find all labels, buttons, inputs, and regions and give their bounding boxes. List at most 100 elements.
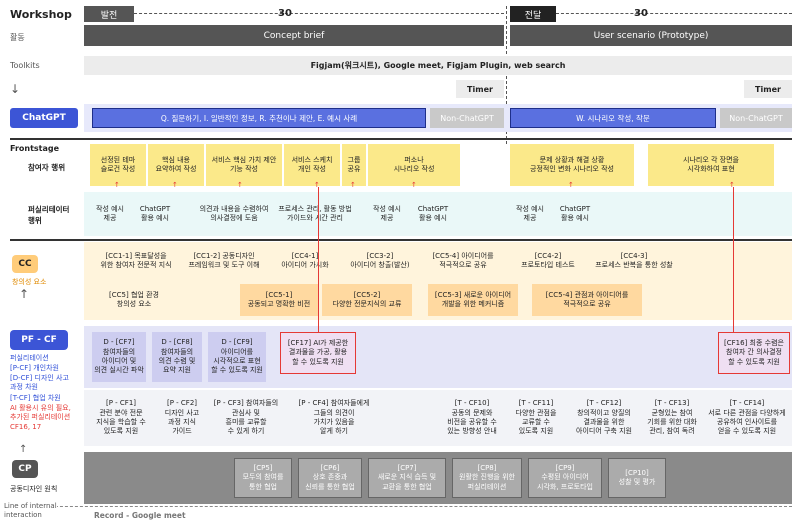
activity-concept-brief: Concept brief <box>84 25 504 46</box>
cp9-text: [CP9] 수평된 아이디어 시각화, 프로토타입 <box>537 463 593 491</box>
facilitator-cell-5-text: 작성 예시 제공 <box>373 204 401 222</box>
facilitator-cell-3-text: 의견과 내용을 수렴하여 의사결정에 도움 <box>199 204 269 222</box>
cp5-box: [CP5] 모두의 참여를 통한 협업 <box>234 458 292 498</box>
facilitator-cell-6: ChatGPT 활용 예시 <box>410 198 456 230</box>
pfcf-legend-dcf: [D-CF] 디자인 사고 과정 차원 <box>10 374 69 392</box>
cp8-box: [CP8] 원활한 진행을 위한 퍼실리테이션 <box>452 458 522 498</box>
cc-arrow-icon: ↑ <box>19 287 30 301</box>
pfcf-legend-ai: AI 활용시 유의 필요, 추가된 퍼실리테이션 CF16, 17 <box>10 404 71 431</box>
pfcf-badge: PF - CF <box>10 330 68 350</box>
facilitator-label: 퍼실리테이터 행위 <box>28 205 70 225</box>
connector-arrow-icon-6: ↑ <box>411 181 417 189</box>
cp10-text: [CP10] 성찰 및 평가 <box>618 468 656 486</box>
phase-develop-time: 30 <box>278 8 292 19</box>
facilitator-cell-5: 작성 예시 제공 <box>366 198 408 230</box>
participant-cell-5: 그룹 공유 <box>342 144 366 186</box>
cf17-box: [CF17] AI가 제공한 결과물을 가공, 활용 할 수 있도록 지원 <box>280 332 356 374</box>
participant-cell-5-text: 그룹 공유 <box>347 155 361 173</box>
t-cf10-text: [T - CF10] 공동의 문제와 비전을 공유할 수 있는 방향성 안내 <box>447 399 497 436</box>
d-cf8-box: D - [CF8] 참여자들의 의견 수렴 및 요약 지원 <box>152 332 202 382</box>
d-cf9-text: D - [CF9] 아이디어를 시각적으로 표현 할 수 있도록 지원 <box>211 338 263 375</box>
cc-row2-item-1: [CC5] 협업 환경 창의성 요소 <box>90 284 178 316</box>
cf17-text: [CF17] AI가 제공한 결과물을 가공, 활용 할 수 있도록 지원 <box>287 338 349 366</box>
phase-deliver: 전달 <box>510 6 556 22</box>
cc-row2-item-5-text: [CC5-4] 관점과 아이디어를 적극적으로 공유 <box>545 290 629 308</box>
internal-interaction-line <box>10 506 792 507</box>
cp9-box: [CP9] 수평된 아이디어 시각화, 프로토타입 <box>528 458 602 498</box>
participant-cell-2: 핵심 내용 요약하여 작성 <box>148 144 204 186</box>
facilitator-cell-6-text: ChatGPT 활용 예시 <box>417 204 449 222</box>
t-cf10-box: [T - CF10] 공동의 문제와 비전을 공유할 수 있는 방향성 안내 <box>440 394 504 442</box>
participant-cell-4-text: 서비스 스케치 개인 작성 <box>291 155 333 173</box>
cp-label: 공동디자인 원칙 <box>10 485 58 493</box>
line-of-interaction-label: Line of internal interaction <box>4 502 57 521</box>
cp6-box: [CP6] 상호 존중과 신뢰를 통한 협업 <box>298 458 362 498</box>
participant-cell-1: 선정된 테마 슬로건 작성 <box>90 144 146 186</box>
t-cf12-text: [T - CF12] 창의적이고 양질의 결과물을 위한 아이디어 구축 지원 <box>576 399 632 436</box>
phase-develop: 발전 <box>84 6 134 22</box>
participant-cell-7: 문제 상황과 해결 상황 긍정적인 변화 시나리오 작성 <box>510 144 634 186</box>
cc-badge: CC <box>12 255 38 273</box>
cc-row1-item-6-text: [CC4-2] 프로토타입 테스트 <box>521 251 575 269</box>
cp10-box: [CP10] 성찰 및 평가 <box>608 458 666 498</box>
chatgpt-left-text: Q. 질문하기, I. 일반적인 정보, R. 추천이나 제안, E. 예시 사… <box>160 113 358 123</box>
cc-row1-item-5-text: [CC5-4] 아이디어를 적극적으로 공유 <box>432 251 494 269</box>
pfcf-legend-pcf: [P-CF] 개인차원 <box>10 364 59 372</box>
cc-row1-item-7: [CC4-3] 프로세스 반복을 통한 성찰 <box>588 246 680 276</box>
chatgpt-badge: ChatGPT <box>10 108 78 128</box>
participant-cell-6: 퍼소나 시나리오 작성 <box>368 144 460 186</box>
connector-arrow-icon-4: ↑ <box>314 181 320 189</box>
participant-cell-8-text: 시나리오 각 장면을 시각화하여 표현 <box>683 155 739 173</box>
toolkits-label: Toolkits <box>10 61 40 70</box>
cf17-connector-line <box>318 187 319 332</box>
phase-deliver-time: 30 <box>634 8 648 19</box>
cc-row2-item-3: [CC5-2] 다양한 전문지식의 교류 <box>322 284 412 316</box>
toolkits-arrow-icon: ↓ <box>10 82 21 96</box>
pfcf-legend-tcf: [T-CF] 협업 차원 <box>10 394 61 402</box>
cc-row2-item-1-text: [CC5] 협업 환경 창의성 요소 <box>109 290 159 308</box>
t-cf11-box: [T - CF11] 다양한 관점을 교류할 수 있도록 지원 <box>508 394 564 442</box>
cc-row2-item-2-text: [CC5-1] 공동되고 명확한 비전 <box>247 290 311 308</box>
cc-row1-item-2-text: [CC1-2] 공동디자인 프레임워크 및 도구 이해 <box>188 251 260 269</box>
cf16-connector-line <box>733 187 734 332</box>
participant-cell-4: 서비스 스케치 개인 작성 <box>284 144 340 186</box>
non-chatgpt-left: Non-ChatGPT <box>430 108 504 128</box>
connector-arrow-icon-5: ↑ <box>350 181 356 189</box>
chatgpt-right-text: W. 시나리오 작성, 작문 <box>576 113 650 123</box>
p-cf4-text: [P - CF4] 참여자들에게 그들의 의견이 가치가 있음을 알게 하기 <box>298 399 370 436</box>
toolkits-text: Figjam(워크시트), Google meet, Figjam Plugin… <box>310 61 566 70</box>
p-cf4-box: [P - CF4] 참여자들에게 그들의 의견이 가치가 있음을 알게 하기 <box>288 394 380 442</box>
facilitator-cell-7-text: 작성 예시 제공 <box>516 204 544 222</box>
cp8-text: [CP8] 원활한 진행을 위한 퍼실리테이션 <box>459 463 515 491</box>
participant-label: 참여자 행위 <box>28 163 66 172</box>
cc-row1-item-7-text: [CC4-3] 프로세스 반복을 통한 성찰 <box>595 251 673 269</box>
facilitator-cell-1-text: 작성 예시 제공 <box>96 204 124 222</box>
facilitator-cell-2: ChatGPT 활용 예시 <box>132 198 178 230</box>
chatgpt-right-box: W. 시나리오 작성, 작문 <box>510 108 716 128</box>
cp5-text: [CP5] 모두의 참여를 통한 협업 <box>242 463 284 491</box>
timer-left: Timer <box>456 80 504 98</box>
d-cf7-box: D - [CF7] 참여자들의 아이디어 및 의견 실시간 파악 <box>92 332 146 382</box>
cp-arrow-icon: ↑ <box>19 444 28 455</box>
d-cf8-text: D - [CF8] 참여자들의 의견 수렴 및 요약 지원 <box>158 338 196 375</box>
phase-divider-right <box>556 13 792 14</box>
activity-user-scenario: User scenario (Prototype) <box>510 25 792 46</box>
t-cf13-text: [T - CF13] 균형있는 참여 기회를 위한 대화 관리, 참여 독려 <box>647 399 697 436</box>
cp7-box: [CP7] 새로운 지식 습득 및 교환을 통한 협업 <box>368 458 446 498</box>
cc-row1-item-1: [CC1-1] 목표달성을 위한 참여자 전문적 지식 <box>90 246 182 276</box>
record-label: Record - Google meet <box>94 511 186 520</box>
facilitator-cell-3: 의견과 내용을 수렴하여 의사결정에 도움 <box>196 198 272 230</box>
cf16-text: [CF16] 최종 수렴은 참여자 간 의사결정 할 수 있도록 지원 <box>724 338 784 366</box>
frontstage-line <box>10 138 792 140</box>
cc-row2-item-3-text: [CC5-2] 다양한 전문지식의 교류 <box>332 290 402 308</box>
cc-row1-item-4-text: [CC3-2] 아이디어 창출(발산) <box>350 251 410 269</box>
facilitator-cell-8: ChatGPT 활용 예시 <box>552 198 598 230</box>
cc-row2-item-4-text: [CC5-3] 새로운 아이디어 개발을 위한 메커니즘 <box>434 290 512 308</box>
facilitator-cell-8-text: ChatGPT 활용 예시 <box>559 204 591 222</box>
cc-row2-item-4: [CC5-3] 새로운 아이디어 개발을 위한 메커니즘 <box>428 284 518 316</box>
t-cf13-box: [T - CF13] 균형있는 참여 기회를 위한 대화 관리, 참여 독려 <box>644 394 700 442</box>
participant-cell-7-text: 문제 상황과 해결 상황 긍정적인 변화 시나리오 작성 <box>530 155 614 173</box>
facilitator-cell-4-text: 프로세스 관리, 활동 방법 가이드와 시간 관리 <box>278 204 352 222</box>
cc-row1-item-2: [CC1-2] 공동디자인 프레임워크 및 도구 이해 <box>182 246 266 276</box>
d-cf7-text: D - [CF7] 참여자들의 아이디어 및 의견 실시간 파악 <box>94 338 144 375</box>
